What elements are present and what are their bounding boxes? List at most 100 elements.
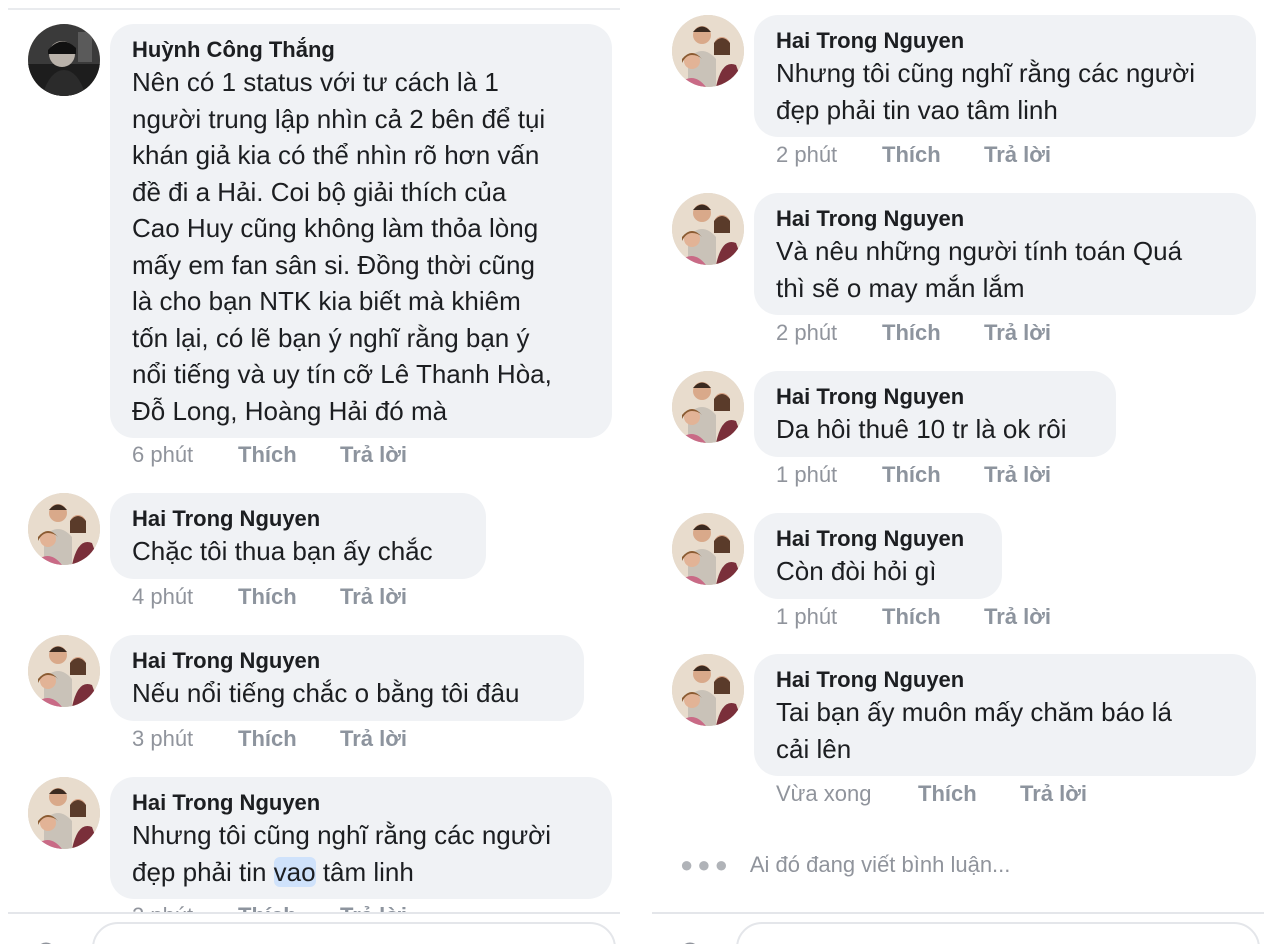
comment-bubble: Hai Trong Nguyen Nhưng tôi cũng nghĩ rằn… (110, 777, 612, 899)
reply-button[interactable]: Trả lời (340, 584, 407, 610)
reply-button[interactable]: Trả lời (340, 442, 407, 468)
typing-indicator: ●●● Ai đó đang viết bình luận... (680, 852, 1010, 878)
reply-button[interactable]: Trả lời (340, 726, 407, 752)
comment-text: Nhưng tôi cũng nghĩ rằng các người đẹp p… (776, 55, 1234, 128)
avatar-photo-group-icon (672, 193, 744, 265)
comment-text: Nhưng tôi cũng nghĩ rằng các người đẹp p… (132, 817, 590, 890)
reply-button[interactable]: Trả lời (984, 142, 1051, 168)
reply-button[interactable]: Trả lời (984, 604, 1051, 630)
selected-text[interactable]: vao (273, 856, 316, 887)
divider (8, 8, 620, 10)
left-comment-panel: Huỳnh Công Thắng Nên có 1 status với tư … (0, 0, 628, 944)
avatar-photo-group-icon (672, 15, 744, 87)
avatar[interactable] (672, 371, 744, 443)
like-button[interactable]: Thích (882, 462, 984, 488)
like-button[interactable]: Thích (882, 142, 984, 168)
avatar[interactable] (28, 24, 100, 96)
like-button[interactable]: Thích (882, 604, 984, 630)
comment-text-segment: đẹp phải tin (132, 856, 274, 887)
comment-line: thì sẽ o may mắn lắm (776, 272, 1025, 303)
comment-text: Da hôi thuê 10 tr là ok rôi (776, 414, 1067, 444)
comment-line: đẹp phải tin vao tâm linh (776, 94, 1058, 125)
comment-bubble: Hai Trong Nguyen Còn đòi hỏi gì (754, 513, 1002, 599)
comment-actions: 2 phút ThíchTrả lời (776, 142, 1051, 168)
comment-actions: 6 phút Thích Trả lời (132, 442, 407, 468)
comment-line: Đỗ Long, Hoàng Hải đó mà (132, 395, 448, 426)
avatar-photo-group-icon (672, 371, 744, 443)
comment-input[interactable] (736, 922, 1260, 944)
comment-author[interactable]: Hai Trong Nguyen (776, 525, 980, 553)
comment-time: 1 phút (776, 604, 838, 629)
comment-time: 4 phút (132, 584, 194, 609)
comment-line: nổi tiếng và uy tín cỡ Lê Thanh Hòa, (132, 359, 552, 389)
comment-time: 2 phút (776, 320, 838, 345)
comment-author[interactable]: Hai Trong Nguyen (132, 647, 562, 675)
comment-bubble: Huỳnh Công Thắng Nên có 1 status với tư … (110, 24, 612, 438)
comment-bubble: Hai Trong Nguyen Nhưng tôi cũng nghĩ rằn… (754, 15, 1256, 137)
comment-text: Chặc tôi thua bạn ấy chắc (132, 536, 433, 566)
comment-bubble: Hai Trong Nguyen Và nêu những người tính… (754, 193, 1256, 315)
comment-author[interactable]: Hai Trong Nguyen (776, 666, 1234, 694)
avatar[interactable] (672, 654, 744, 726)
comment-line: Nên có 1 status với tư cách là 1 (132, 67, 499, 97)
comment-actions: 4 phút Thích Trả lời (132, 584, 407, 610)
comment-line: Và nêu những người tính toán Quá (776, 236, 1183, 266)
comment-line: đề đi a Hải. Coi bộ giải thích của (132, 176, 507, 207)
avatar[interactable] (672, 193, 744, 265)
avatar-photo-group-icon (28, 635, 100, 707)
like-button[interactable]: Thích (238, 726, 340, 752)
reply-button[interactable]: Trả lời (984, 462, 1051, 488)
comment-line: khán giả kia có thể nhìn rõ hơn vấn (132, 140, 540, 170)
comment-text: Tai bạn ấy muôn mấy chăm báo lá cải lên (776, 694, 1234, 767)
avatar[interactable] (28, 493, 100, 565)
comment-bubble: Hai Trong Nguyen Nếu nổi tiếng chắc o bằ… (110, 635, 584, 721)
comment-author[interactable]: Hai Trong Nguyen (132, 789, 590, 817)
comment-input[interactable] (92, 922, 616, 944)
avatar[interactable] (672, 15, 744, 87)
comment-line: mấy em fan sân si. Đồng thời cũng (132, 249, 535, 280)
comment-time: 6 phút (132, 442, 194, 467)
typing-dots-icon: ●●● (680, 852, 732, 877)
avatar[interactable] (28, 635, 100, 707)
avatar-photo-group-icon (672, 654, 744, 726)
comment-bubble: Hai Trong Nguyen Tai bạn ấy muôn mấy chă… (754, 654, 1256, 776)
comment-author[interactable]: Huỳnh Công Thắng (132, 36, 590, 64)
comment-bubble: Hai Trong Nguyen Chặc tôi thua bạn ấy ch… (110, 493, 486, 579)
comment-actions: Vừa xong Thích Trả lời (776, 781, 1087, 807)
comment-time: 1 phút (776, 462, 838, 487)
comment-line: Cao Huy cũng không làm thỏa lòng (132, 213, 539, 243)
comment-text: Nên có 1 status với tư cách là 1 người t… (132, 64, 590, 429)
comment-author[interactable]: Hai Trong Nguyen (776, 383, 1094, 411)
camera-icon[interactable] (28, 934, 64, 944)
like-button[interactable]: Thích (882, 320, 984, 346)
comment-line: là cho bạn NTK kia biết mà khiêm (132, 286, 521, 316)
comment-time: 2 phút (776, 142, 838, 167)
reply-button[interactable]: Trả lời (984, 320, 1051, 346)
like-button[interactable]: Thích (918, 781, 1020, 807)
comment-text: Còn đòi hỏi gì (776, 556, 937, 586)
comment-author[interactable]: Hai Trong Nguyen (776, 27, 1234, 55)
like-button[interactable]: Thích (238, 442, 340, 468)
comment-text: Và nêu những người tính toán Quá thì sẽ … (776, 233, 1234, 306)
comment-line: cải lên (776, 733, 852, 764)
comment-actions: 3 phút Thích Trả lời (132, 726, 407, 752)
comment-line: Tai bạn ấy muôn mấy chăm báo lá (776, 697, 1172, 727)
comment-author[interactable]: Hai Trong Nguyen (132, 505, 464, 533)
avatar-photo-man-icon (28, 24, 100, 96)
comment-author[interactable]: Hai Trong Nguyen (776, 205, 1234, 233)
right-comment-panel: Hai Trong Nguyen Nhưng tôi cũng nghĩ rằn… (644, 0, 1272, 944)
camera-icon[interactable] (672, 934, 708, 944)
comment-line: đẹp phải tin vao tâm linh (132, 854, 590, 891)
like-button[interactable]: Thích (238, 584, 340, 610)
avatar[interactable] (672, 513, 744, 585)
comment-actions: 2 phút ThíchTrả lời (776, 320, 1051, 346)
avatar-photo-group-icon (28, 493, 100, 565)
comment-line: tốn lại, có lẽ bạn ý nghĩ rằng bạn ý (132, 322, 530, 353)
comment-line: Nhưng tôi cũng nghĩ rằng các người (776, 58, 1195, 88)
divider (8, 912, 620, 914)
reply-button[interactable]: Trả lời (1020, 781, 1087, 807)
divider (652, 912, 1264, 914)
avatar[interactable] (28, 777, 100, 849)
comment-bubble: Hai Trong Nguyen Da hôi thuê 10 tr là ok… (754, 371, 1116, 457)
avatar-photo-group-icon (672, 513, 744, 585)
